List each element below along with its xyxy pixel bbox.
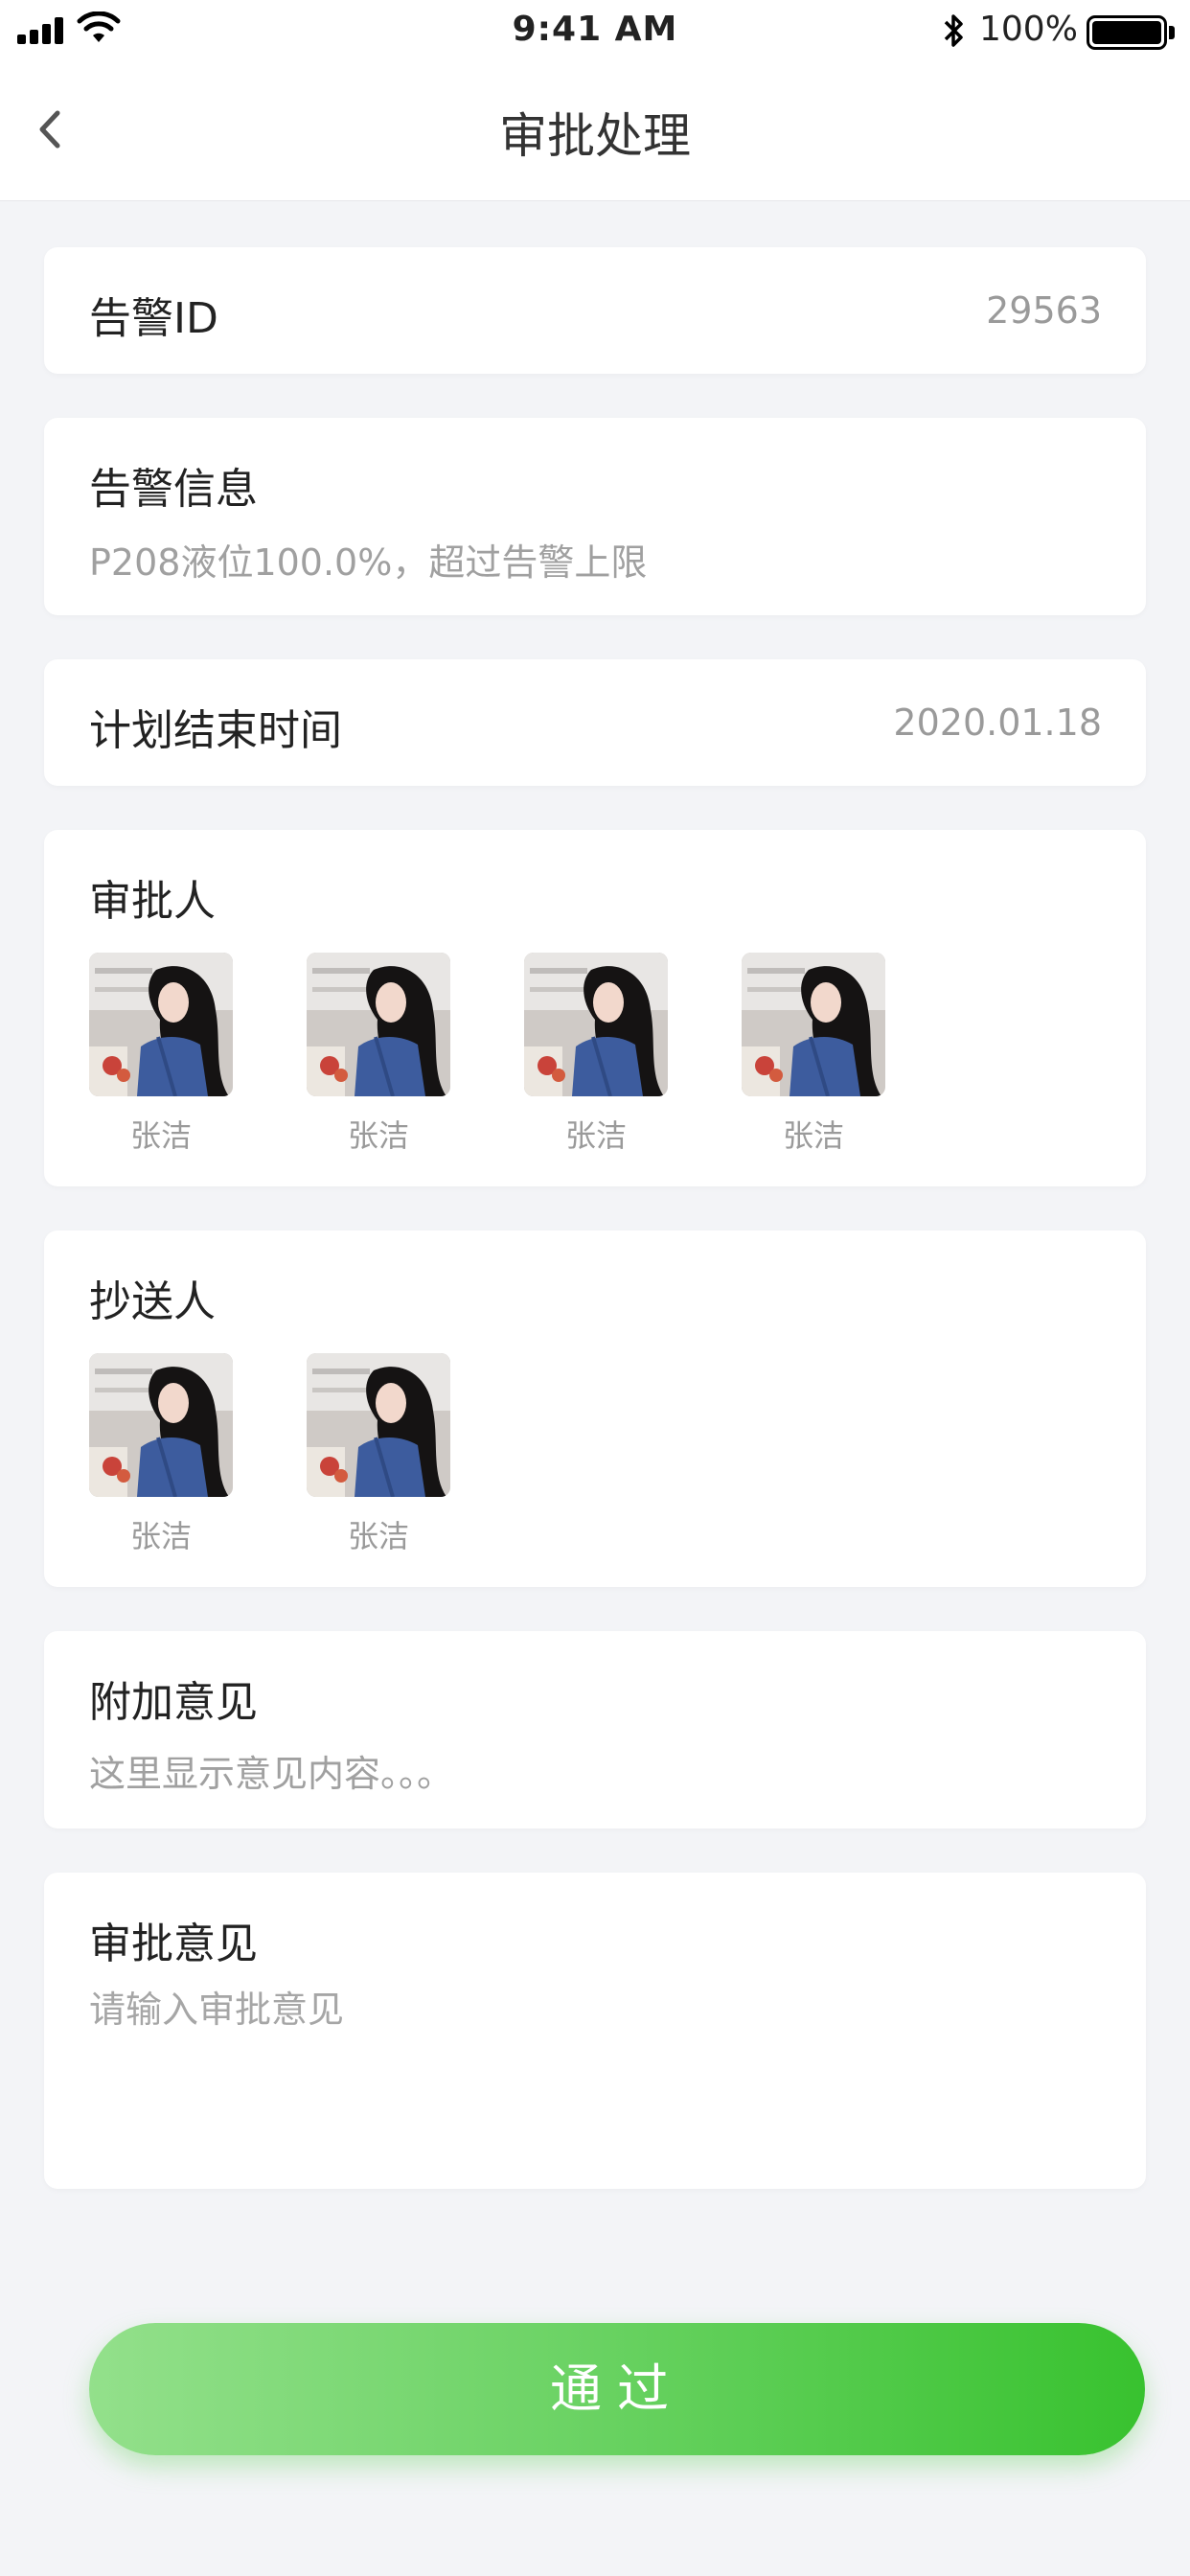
cc-item[interactable]: 张洁 xyxy=(89,1353,233,1556)
avatar xyxy=(89,1353,233,1497)
person-name: 张洁 xyxy=(129,1518,192,1554)
cc-label: 抄送人 xyxy=(89,1277,216,1326)
person-name: 张洁 xyxy=(347,1518,409,1554)
approval-opinion-label: 审批意见 xyxy=(89,1920,258,1968)
extra-opinion-text: 这里显示意见内容。。。 xyxy=(89,1753,454,1795)
planned-end-card: 计划结束时间 2020.01.18 xyxy=(44,659,1146,786)
alarm-id-value: 29563 xyxy=(986,289,1102,332)
bluetooth-icon xyxy=(944,14,963,47)
status-bar: 9:41 AM 100% xyxy=(0,0,1190,63)
approver-item[interactable]: 张洁 xyxy=(742,953,885,1156)
page-title: 审批处理 xyxy=(499,108,691,164)
approval-opinion-input[interactable]: 请输入审批意见 xyxy=(89,1980,1105,2133)
person-name: 张洁 xyxy=(782,1117,844,1154)
approval-opinion-card: 审批意见 请输入审批意见 xyxy=(44,1873,1146,2189)
battery-icon xyxy=(1087,15,1167,50)
approver-item[interactable]: 张洁 xyxy=(307,953,450,1156)
planned-end-value: 2020.01.18 xyxy=(893,702,1102,744)
person-name: 张洁 xyxy=(129,1117,192,1154)
battery-percent: 100% xyxy=(979,10,1078,49)
alarm-id-label: 告警ID xyxy=(89,294,218,343)
extra-opinion-label: 附加意见 xyxy=(89,1678,258,1727)
avatar xyxy=(307,953,450,1096)
avatar xyxy=(89,953,233,1096)
cc-card: 抄送人 张洁 张洁 xyxy=(44,1230,1146,1587)
person-name: 张洁 xyxy=(347,1117,409,1154)
alarm-info-card: 告警信息 P208液位100.0%，超过告警上限 xyxy=(44,418,1146,615)
avatar xyxy=(524,953,668,1096)
approval-page: 9:41 AM 100% 审批处理 告警ID 29563 告警信息 P208液位… xyxy=(0,0,1190,2576)
extra-opinion-card: 附加意见 这里显示意见内容。。。 xyxy=(44,1631,1146,1828)
cc-item[interactable]: 张洁 xyxy=(307,1353,450,1556)
approvers-card: 审批人 张洁 张洁 张洁 张洁 xyxy=(44,830,1146,1186)
battery-cap xyxy=(1169,26,1175,39)
alarm-id-card: 告警ID 29563 xyxy=(44,247,1146,374)
person-name: 张洁 xyxy=(564,1117,627,1154)
approvers-label: 审批人 xyxy=(89,877,216,926)
avatar xyxy=(742,953,885,1096)
nav-bar: 审批处理 xyxy=(0,63,1190,201)
planned-end-label: 计划结束时间 xyxy=(89,706,342,755)
approve-button[interactable]: 通过 xyxy=(89,2323,1145,2455)
approver-item[interactable]: 张洁 xyxy=(89,953,233,1156)
alarm-info-label: 告警信息 xyxy=(89,465,258,514)
avatar xyxy=(307,1353,450,1497)
alarm-info-text: P208液位100.0%，超过告警上限 xyxy=(89,541,648,584)
approver-item[interactable]: 张洁 xyxy=(524,953,668,1156)
